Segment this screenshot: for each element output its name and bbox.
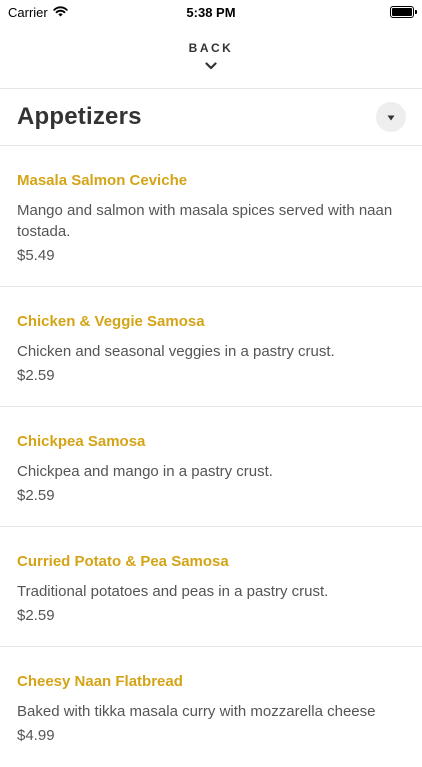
item-description: Mango and salmon with masala spices serv… [17, 202, 393, 240]
item-description: Chickpea and mango in a pastry crust. [17, 463, 273, 480]
menu-item[interactable]: Cheesy Naan Flatbread Baked with tikka m… [0, 647, 422, 767]
item-description: Chicken and seasonal veggies in a pastry… [17, 343, 335, 360]
carrier-label: Carrier [8, 4, 48, 20]
back-button[interactable]: BACK [0, 24, 422, 88]
item-name: Cheesy Naan Flatbread [17, 673, 183, 690]
item-price: $2.59 [17, 367, 55, 384]
section-title: Appetizers [17, 103, 142, 130]
wifi-icon [53, 5, 68, 20]
item-description: Baked with tikka masala curry with mozza… [17, 703, 376, 720]
item-name: Chicken & Veggie Samosa [17, 313, 205, 330]
item-description: Traditional potatoes and peas in a pastr… [17, 583, 329, 600]
menu-list: Masala Salmon Ceviche Mango and salmon w… [0, 146, 422, 767]
item-name: Masala Salmon Ceviche [17, 172, 188, 189]
item-name: Chickpea Samosa [17, 433, 146, 450]
item-price: $4.99 [17, 727, 55, 744]
menu-item[interactable]: Chicken & Veggie Samosa Chicken and seas… [0, 287, 422, 407]
menu-item[interactable]: Masala Salmon Ceviche Mango and salmon w… [0, 146, 422, 287]
status-bar: Carrier 5:38 PM [0, 0, 422, 24]
triangle-down-icon [387, 108, 395, 126]
back-label: BACK [188, 41, 234, 55]
menu-item[interactable]: Curried Potato & Pea Samosa Traditional … [0, 527, 422, 647]
menu-item[interactable]: Chickpea Samosa Chickpea and mango in a … [0, 407, 422, 527]
section-toggle-button[interactable] [376, 102, 406, 132]
item-price: $2.59 [17, 607, 55, 624]
item-price: $5.49 [17, 247, 55, 264]
battery-icon [390, 6, 417, 18]
item-name: Curried Potato & Pea Samosa [17, 553, 229, 570]
item-price: $2.59 [17, 487, 55, 504]
chevron-down-icon [205, 57, 217, 75]
section-header: Appetizers [0, 89, 422, 145]
status-left: Carrier [8, 5, 68, 20]
